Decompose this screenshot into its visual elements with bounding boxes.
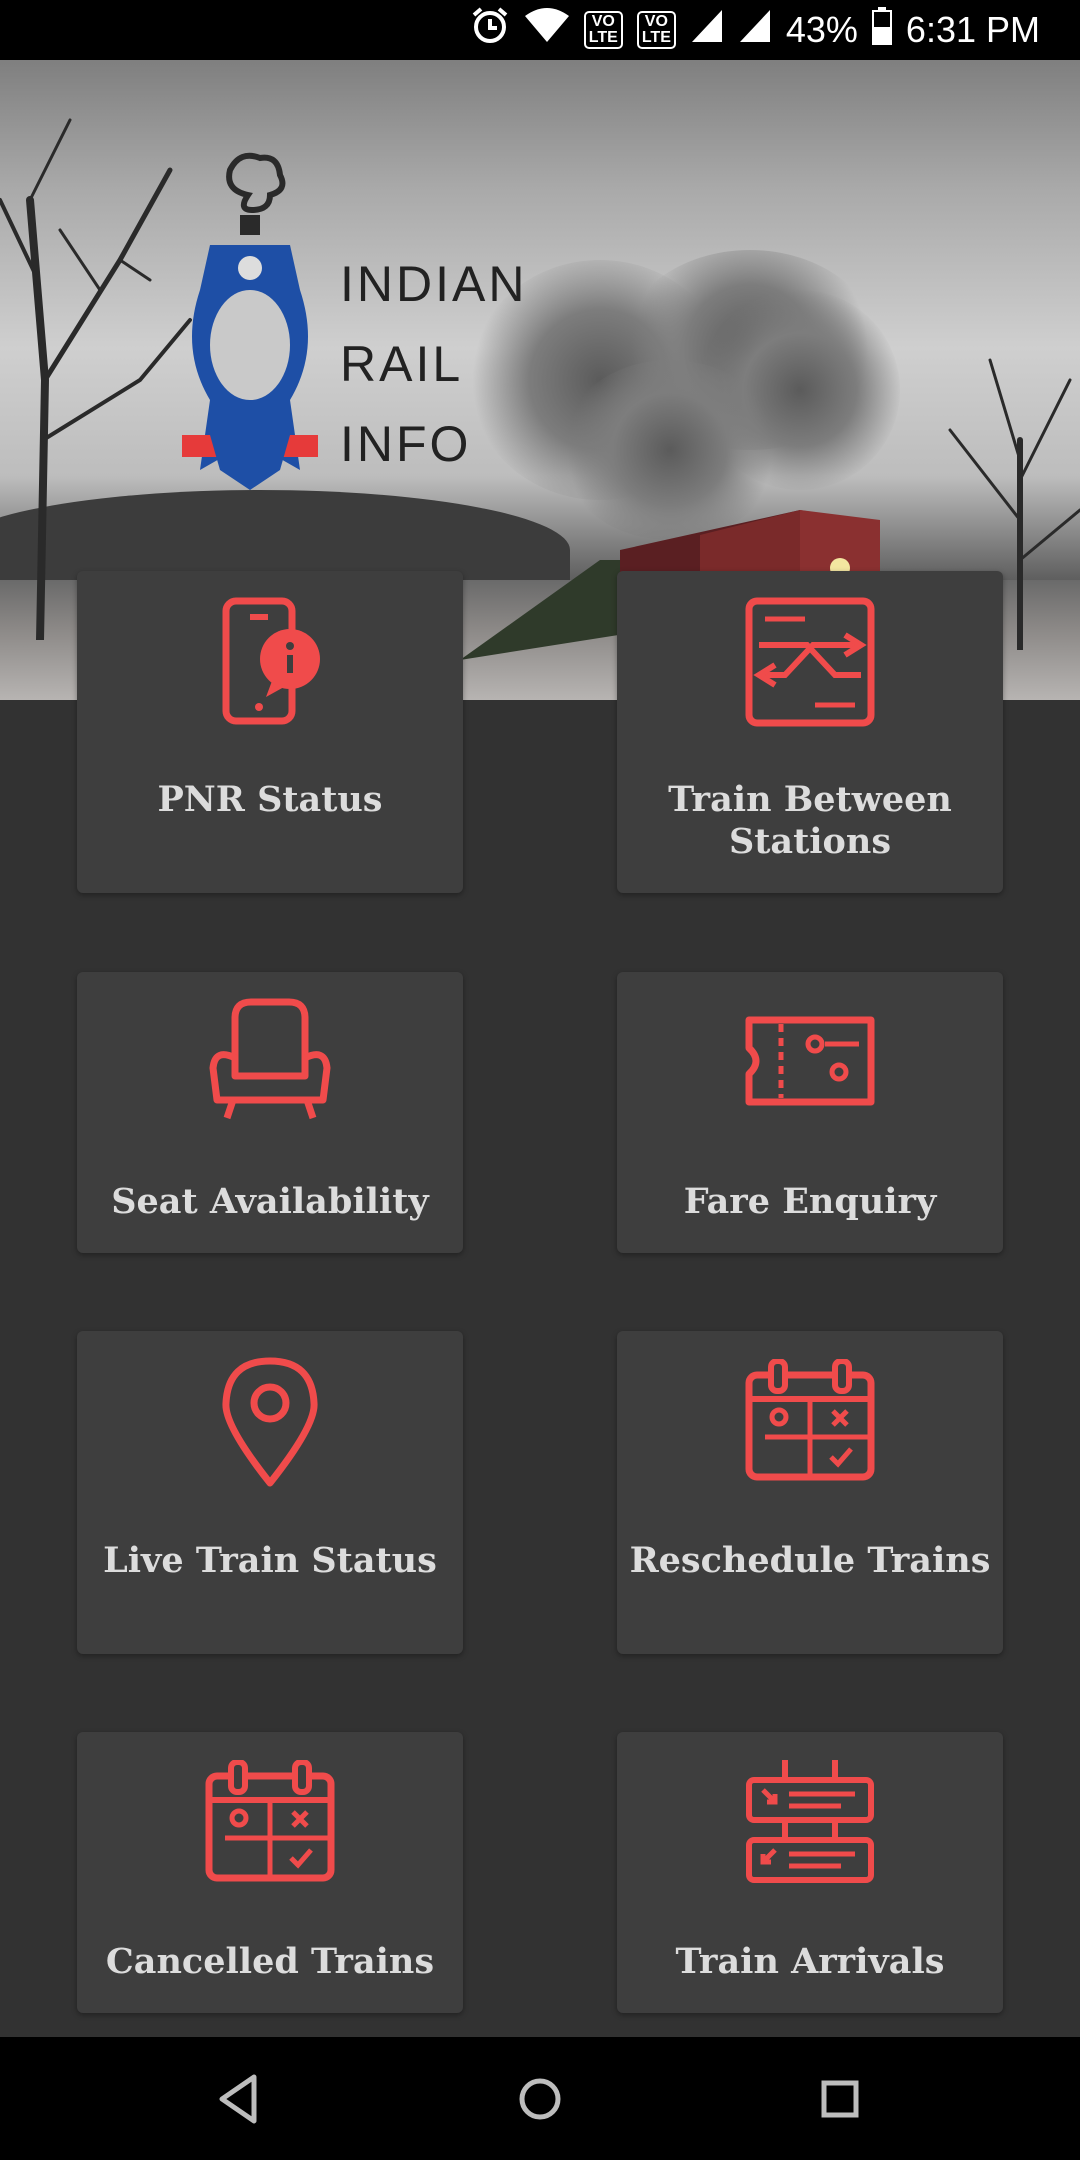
tile-label: Seat Availability [111,1181,429,1222]
reschedule-trains-tile[interactable]: Reschedule Trains [617,1331,1003,1654]
fare-enquiry-tile[interactable]: Fare Enquiry [617,972,1003,1253]
indian-rail-info-logo [182,152,318,490]
station-board-icon [745,597,875,727]
logo-line-1: INDIAN [340,256,528,312]
status-bar: VO LTE VO LTE 43% 6:31 PM [0,0,1080,60]
train-between-stations-tile[interactable]: Train Between Stations [617,571,1003,893]
arrivals-board-icon [746,1760,874,1883]
seat-availability-tile[interactable]: Seat Availability [77,972,463,1253]
cancelled-trains-tile[interactable]: Cancelled Trains [77,1732,463,2013]
pnr-status-tile[interactable]: PNR Status [77,571,463,893]
logo-line-3: INFO [340,416,472,472]
location-pin-icon [222,1357,318,1487]
volte-1-icon: VO LTE [583,11,623,49]
tile-label: Reschedule Trains [629,1540,991,1581]
calendar-icon [745,1359,875,1481]
tile-label: Fare Enquiry [683,1181,937,1222]
ticket-icon [745,1016,875,1106]
volte-2-icon: VO LTE [636,11,676,49]
logo-line-2: RAIL [340,336,464,392]
signal-2-icon [738,8,772,53]
navigation-bar [0,2037,1080,2160]
tile-label: Live Train Status [103,1540,437,1581]
calendar-icon [205,1760,335,1882]
phone-info-icon [222,597,320,725]
battery-percent: 43% [785,9,858,50]
tile-label: Cancelled Trains [105,1941,435,1982]
recents-icon[interactable] [808,2067,872,2131]
armchair-icon [209,998,331,1120]
train-arrivals-tile[interactable]: Train Arrivals [617,1732,1003,2013]
tile-label: PNR Status [157,779,383,820]
home-icon[interactable] [508,2067,572,2131]
live-train-status-tile[interactable]: Live Train Status [77,1331,463,1654]
tile-label: Train Between Stations [668,779,952,862]
back-icon[interactable] [208,2067,272,2131]
alarm-icon [470,6,510,55]
wifi-icon [524,7,570,53]
battery-icon [871,6,892,54]
clock: 6:31 PM [905,9,1040,50]
signal-1-icon [690,8,724,53]
tile-label: Train Arrivals [675,1941,945,1982]
